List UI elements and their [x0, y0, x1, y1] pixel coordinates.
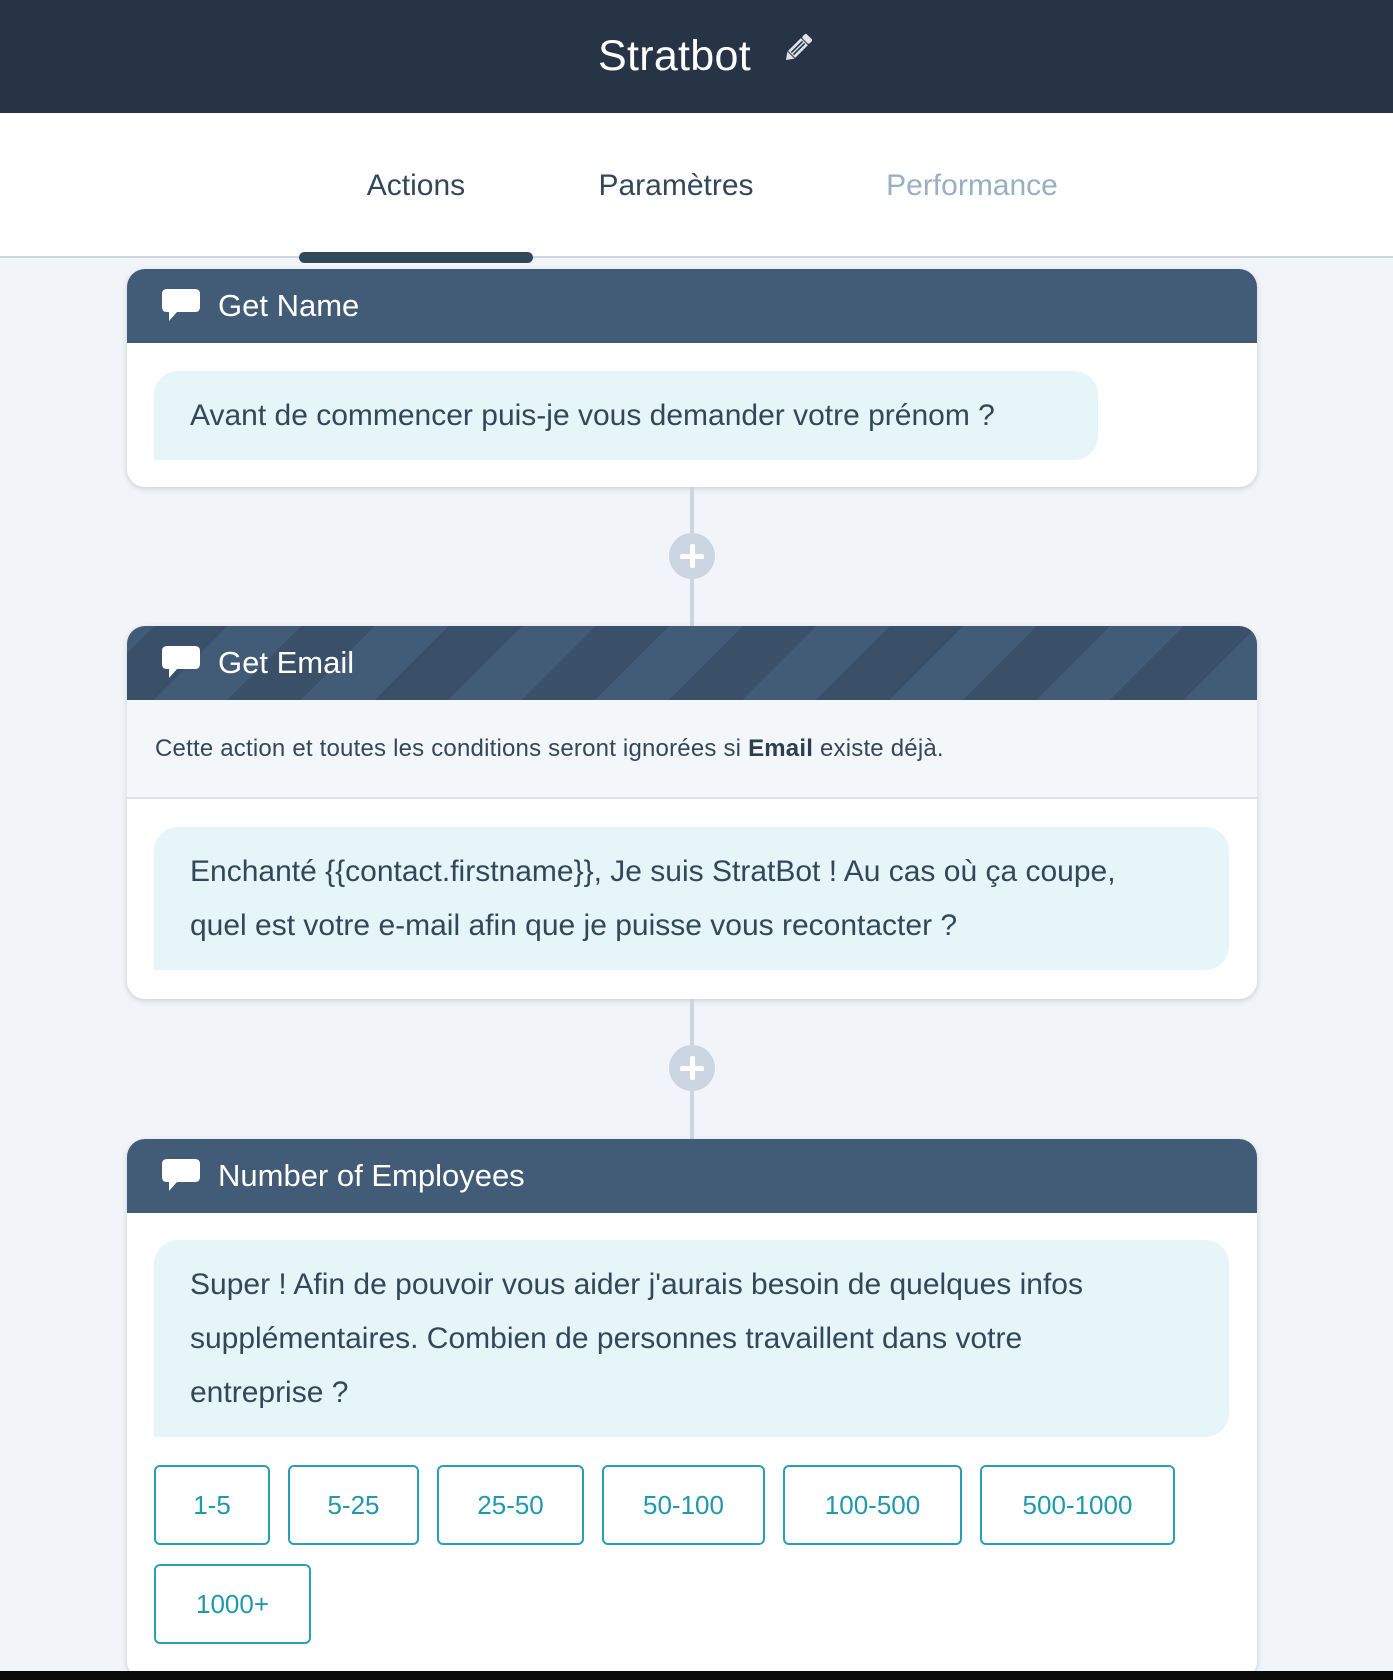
action-title: Get Email: [218, 645, 355, 680]
notice-text-after: existe déjà.: [813, 734, 944, 762]
tab-bar: Actions Paramètres Performance: [0, 113, 1393, 263]
tab-performance[interactable]: Performance: [860, 113, 1084, 258]
action-card-number-of-employees: Number of Employees Super ! Afin de pouv…: [127, 1139, 1257, 1679]
tab-actions[interactable]: Actions: [299, 113, 533, 258]
tab-parametres[interactable]: Paramètres: [570, 113, 782, 258]
option-button[interactable]: 1-5: [154, 1465, 270, 1545]
bot-message-bubble[interactable]: Avant de commencer puis-je vous demander…: [154, 371, 1098, 460]
bot-message-line: entreprise ?: [190, 1376, 349, 1409]
add-action-button[interactable]: [669, 533, 715, 579]
notice-text-before: Cette action et toutes les conditions se…: [155, 734, 749, 762]
option-button[interactable]: 50-100: [602, 1465, 765, 1545]
bot-message-line: quel est votre e-mail afin que je puisse…: [190, 909, 958, 942]
action-title: Get Name: [218, 288, 360, 323]
option-button[interactable]: 500-1000: [980, 1465, 1175, 1545]
action-card-get-name: Get Name Avant de commencer puis-je vous…: [127, 269, 1257, 487]
bot-message-line: Enchanté {{contact.firstname}}, Je suis …: [190, 855, 1116, 888]
action-title: Number of Employees: [218, 1158, 525, 1193]
top-bar: Stratbot: [0, 0, 1393, 113]
add-action-button[interactable]: [669, 1045, 715, 1091]
chat-bubble-icon: [162, 289, 200, 321]
bot-title: Stratbot: [598, 32, 751, 80]
bot-message-line: Super ! Afin de pouvoir vous aider j'aur…: [190, 1268, 1083, 1301]
option-button[interactable]: 25-50: [437, 1465, 584, 1545]
skip-notice: Cette action et toutes les conditions se…: [127, 700, 1257, 799]
option-button[interactable]: 100-500: [783, 1465, 962, 1545]
option-button[interactable]: 1000+: [154, 1564, 311, 1644]
chat-bubble-icon: [162, 1159, 200, 1191]
option-button[interactable]: 5-25: [288, 1465, 419, 1545]
notice-field: Email: [748, 734, 814, 762]
bot-message-bubble[interactable]: Enchanté {{contact.firstname}}, Je suis …: [154, 827, 1229, 970]
action-card-header[interactable]: Get Name: [127, 269, 1257, 343]
action-card-header[interactable]: Number of Employees: [127, 1139, 1257, 1213]
bot-message-bubble[interactable]: Super ! Afin de pouvoir vous aider j'aur…: [154, 1240, 1229, 1437]
bot-message-text: Avant de commencer puis-je vous demander…: [190, 398, 995, 432]
chat-bubble-icon: [162, 646, 200, 678]
pencil-icon[interactable]: [780, 30, 816, 66]
window-bottom-edge: [0, 1671, 1393, 1680]
bot-message-line: supplémentaires. Combien de personnes tr…: [190, 1322, 1023, 1355]
action-card-header[interactable]: Get Email: [127, 626, 1257, 700]
quick-reply-options: 1-5 5-25 25-50 50-100 100-500 500-1000 1…: [154, 1465, 1214, 1663]
action-card-get-email: Get Email Cette action et toutes les con…: [127, 626, 1257, 999]
active-tab-indicator: [299, 252, 533, 263]
